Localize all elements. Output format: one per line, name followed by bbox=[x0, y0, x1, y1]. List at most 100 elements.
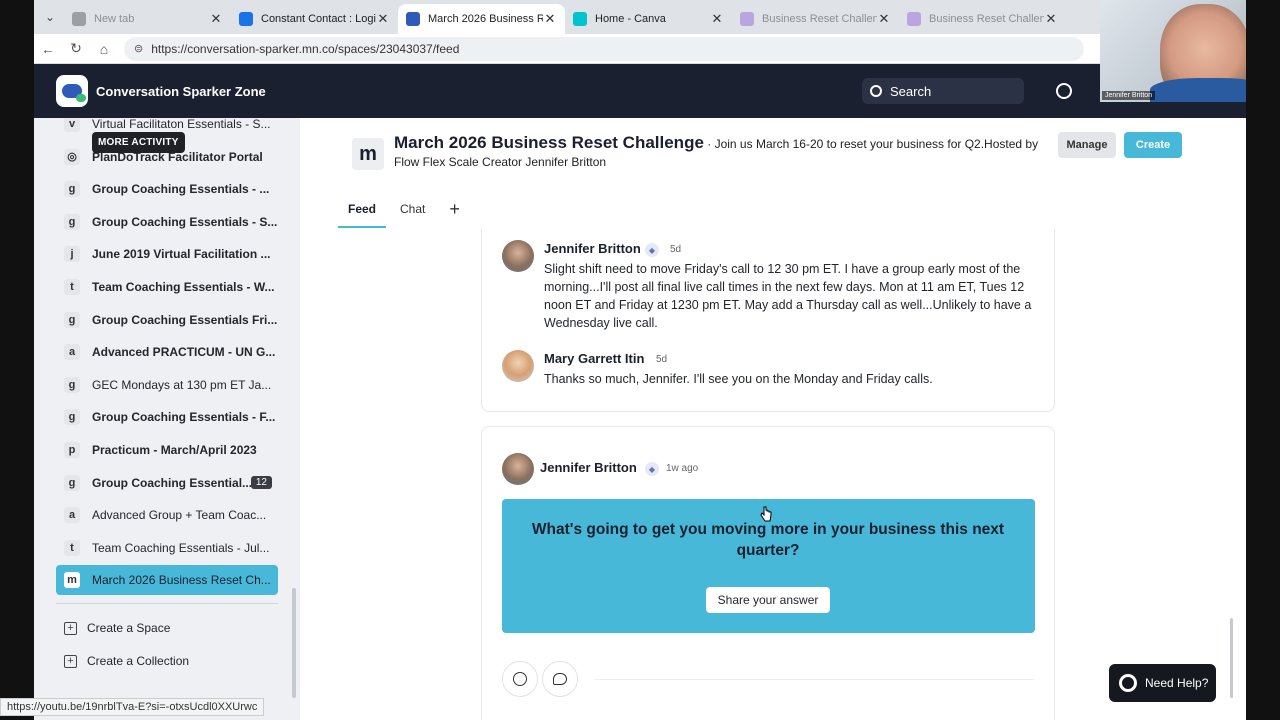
comment-author[interactable]: Jennifer Britton bbox=[544, 241, 641, 256]
sidebar-space-item[interactable]: m March 2026 Business Reset Ch... bbox=[56, 565, 278, 596]
tab-label: New tab bbox=[94, 13, 135, 25]
sidebar-space-item[interactable]: t Team Coaching Essentials - W... bbox=[56, 272, 278, 302]
tab-favicon-icon bbox=[239, 12, 253, 26]
space-letter-icon: a bbox=[64, 344, 80, 361]
main-content: m March 2026 Business Reset Challenge · … bbox=[300, 118, 1246, 720]
url-text: https://conversation-sparker.mn.co/space… bbox=[151, 41, 460, 56]
add-tab-button[interactable]: + bbox=[449, 199, 460, 220]
create-collection-button[interactable]: + Create a Collection bbox=[56, 646, 278, 676]
close-icon[interactable]: ✕ bbox=[877, 11, 891, 27]
manage-button[interactable]: Manage bbox=[1058, 132, 1116, 158]
sidebar-space-item[interactable]: g Group Coaching Essentials - S... bbox=[56, 207, 278, 237]
space-letter-icon: g bbox=[64, 409, 80, 426]
close-icon[interactable]: ✕ bbox=[710, 11, 724, 27]
browser-tab-strip: ⌄ New tab ✕ Constant Contact : Login ✕ March… bbox=[34, 0, 1246, 34]
close-icon[interactable]: ✕ bbox=[376, 11, 390, 27]
tab-chat[interactable]: Chat bbox=[400, 190, 425, 228]
unread-count-badge: 12 bbox=[250, 476, 272, 490]
browser-tab[interactable]: Business Reset Challenge -✕ bbox=[732, 4, 899, 34]
space-header: March 2026 Business Reset Challenge · Jo… bbox=[394, 134, 1054, 171]
space-letter-icon: ◎ bbox=[64, 148, 80, 165]
space-letter-icon: g bbox=[64, 376, 80, 393]
user-menu-icon[interactable] bbox=[1056, 83, 1072, 99]
share-answer-button[interactable]: Share your answer bbox=[706, 587, 830, 613]
sidebar-space-item[interactable]: t Team Coaching Essentials - Jul... bbox=[56, 533, 278, 563]
comment-icon bbox=[553, 673, 567, 685]
sidebar-item-label: June 2019 Virtual Facilitation ... bbox=[92, 247, 271, 262]
avatar[interactable] bbox=[502, 453, 534, 485]
main-scrollbar[interactable] bbox=[1230, 618, 1233, 698]
browser-tab[interactable]: March 2026 Business Reset✕ bbox=[398, 4, 565, 34]
close-icon[interactable]: ✕ bbox=[1044, 11, 1058, 27]
sidebar-space-item[interactable]: g Group Coaching Essentials Fri... bbox=[56, 305, 278, 335]
home-icon[interactable]: ⌂ bbox=[90, 41, 118, 57]
sidebar-space-item[interactable]: g Group Coaching Essentials - F... bbox=[56, 402, 278, 432]
space-icon: m bbox=[352, 138, 384, 170]
sidebar-item-label: Practicum - March/April 2023 bbox=[92, 443, 257, 457]
sidebar-space-item[interactable]: a Advanced Group + Team Coac... bbox=[56, 500, 278, 530]
create-button[interactable]: Create bbox=[1124, 132, 1182, 158]
space-letter-icon: g bbox=[64, 213, 80, 230]
sidebar-space-item[interactable]: j June 2019 Virtual Facilitation ... bbox=[56, 239, 278, 269]
post-author[interactable]: Jennifer Britton bbox=[540, 460, 637, 475]
browser-tab[interactable]: Business Reset Challenge -✕ bbox=[899, 4, 1066, 34]
avatar[interactable] bbox=[502, 240, 534, 272]
address-bar-row: ← ↻ ⌂ ⊜ https://conversation-sparker.mn.… bbox=[34, 34, 1246, 64]
sidebar-item-label: Group Coaching Essentials Fri... bbox=[92, 312, 278, 327]
need-help-button[interactable]: Need Help? bbox=[1109, 664, 1216, 702]
url-input[interactable]: ⊜ https://conversation-sparker.mn.co/spa… bbox=[124, 36, 1084, 61]
post-card: Jennifer Britton ◆ 1w ago What's going t… bbox=[481, 426, 1055, 720]
comment-author[interactable]: Mary Garrett Itin bbox=[544, 351, 644, 366]
tab-favicon-icon bbox=[907, 12, 921, 26]
space-letter-icon: p bbox=[64, 442, 80, 458]
space-letter-icon: g bbox=[64, 181, 80, 198]
reload-icon[interactable]: ↻ bbox=[62, 40, 90, 57]
sidebar-divider bbox=[56, 603, 278, 604]
browser-tab[interactable]: Constant Contact : Login ✕ bbox=[231, 4, 398, 34]
sidebar-item-label: Team Coaching Essentials - Jul... bbox=[92, 540, 270, 555]
verified-shield-icon: ◆ bbox=[645, 462, 659, 476]
sidebar-item-label: Group Coaching Essentials - F... bbox=[92, 410, 276, 425]
back-icon[interactable]: ← bbox=[34, 41, 62, 57]
site-info-icon[interactable]: ⊜ bbox=[134, 42, 143, 55]
search-button[interactable]: Search bbox=[862, 78, 1024, 104]
lifebuoy-icon bbox=[1119, 674, 1137, 692]
space-letter-icon: a bbox=[64, 507, 80, 524]
tab-favicon-icon bbox=[573, 12, 587, 26]
close-icon[interactable]: ✕ bbox=[543, 11, 557, 27]
tab-feed[interactable]: Feed bbox=[337, 190, 387, 228]
sidebar-scrollbar[interactable] bbox=[292, 588, 296, 698]
space-letter-icon: t bbox=[64, 539, 80, 556]
tab-list: New tab ✕ Constant Contact : Login ✕ March 2… bbox=[64, 0, 1066, 34]
browser-tab[interactable]: Home - Canva ✕ bbox=[565, 4, 732, 34]
browser-tab[interactable]: New tab ✕ bbox=[64, 4, 231, 34]
close-icon[interactable]: ✕ bbox=[209, 11, 223, 27]
brand-logo[interactable] bbox=[56, 75, 88, 107]
avatar[interactable] bbox=[502, 350, 534, 382]
create-space-button[interactable]: + Create a Space bbox=[56, 613, 278, 643]
react-button[interactable] bbox=[502, 661, 538, 697]
space-letter-icon: m bbox=[64, 572, 80, 589]
sidebar-space-item[interactable]: g Group Coaching Essential... 12 bbox=[56, 468, 278, 498]
hand-cursor-icon bbox=[760, 506, 772, 522]
tab-search-icon[interactable]: ⌄ bbox=[36, 4, 64, 30]
comment-text: Slight shift need to move Friday's call … bbox=[544, 262, 1032, 330]
search-label: Search bbox=[890, 83, 932, 99]
sidebar-space-item[interactable]: a Advanced PRACTICUM - UN G... bbox=[56, 337, 278, 367]
brand-name[interactable]: Conversation Sparker Zone bbox=[96, 84, 266, 99]
prompt-question: What's going to get you moving more in y… bbox=[531, 521, 1005, 559]
space-title: March 2026 Business Reset Challenge bbox=[394, 133, 704, 152]
tab-label: March 2026 Business Reset bbox=[428, 13, 543, 25]
search-icon bbox=[870, 85, 882, 97]
comment-button[interactable] bbox=[542, 661, 578, 697]
sidebar-item-label: Advanced Group + Team Coac... bbox=[92, 508, 267, 523]
sidebar-space-item[interactable]: p Practicum - March/April 2023 bbox=[56, 435, 278, 465]
sidebar: v Virtual Facilitaton Essentials - S... ◎ P… bbox=[34, 118, 300, 720]
sidebar-item-label: Advanced PRACTICUM - UN G... bbox=[92, 345, 276, 360]
sidebar-space-item[interactable]: g Group Coaching Essentials - ... bbox=[56, 174, 278, 204]
sidebar-space-item[interactable]: g GEC Mondays at 130 pm ET Ja... bbox=[56, 370, 278, 400]
space-letter-icon: j bbox=[64, 246, 80, 263]
status-bar-url: https://youtu.be/19nrblTva-E?si=-otxsUcd… bbox=[0, 698, 265, 716]
space-letter-icon: v bbox=[64, 118, 80, 132]
comment-text: Thanks so much, Jennifer. I'll see you o… bbox=[544, 372, 933, 386]
